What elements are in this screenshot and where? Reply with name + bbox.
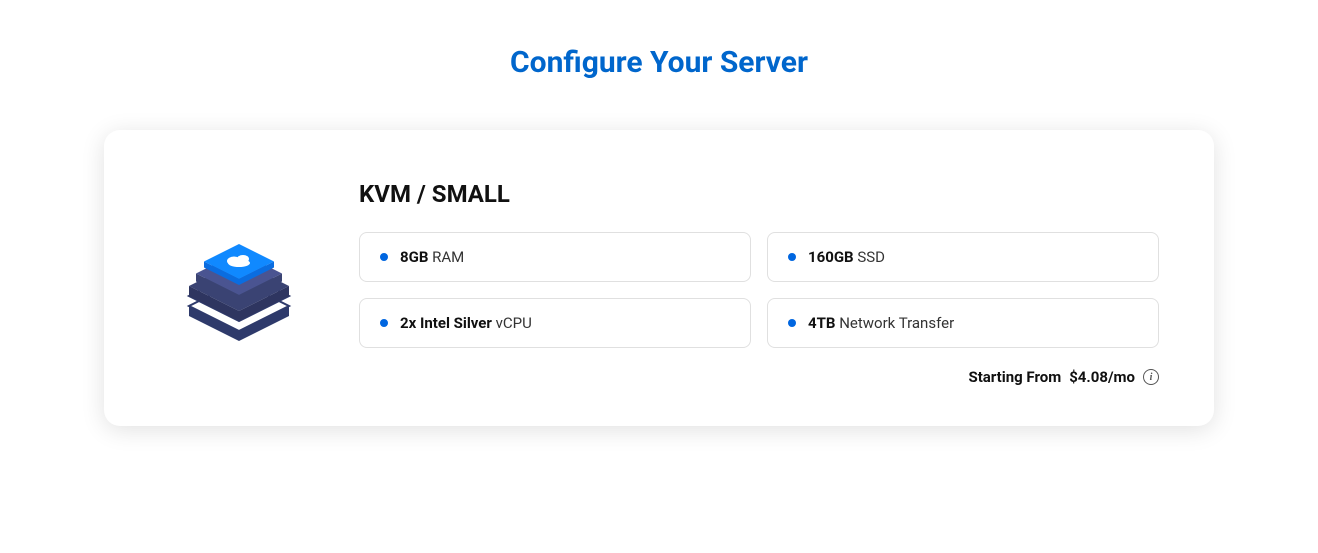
server-plan-card: KVM / SMALL 8GB RAM 160GB SSD 2x Intel S… (104, 130, 1214, 426)
server-stack-icon (159, 180, 319, 386)
spec-text: 160GB SSD (808, 248, 885, 266)
bullet-icon (380, 319, 388, 327)
plan-content: KVM / SMALL 8GB RAM 160GB SSD 2x Intel S… (359, 180, 1159, 386)
spec-network: 4TB Network Transfer (767, 298, 1159, 348)
plan-title: KVM / SMALL (359, 180, 1159, 208)
spec-text: 2x Intel Silver vCPU (400, 314, 532, 332)
price-value: $4.08/mo (1069, 368, 1135, 386)
bullet-icon (788, 319, 796, 327)
bullet-icon (788, 253, 796, 261)
price-row: Starting From $4.08/mo i (359, 368, 1159, 386)
spec-text: 8GB RAM (400, 248, 464, 266)
page-title: Configure Your Server (0, 45, 1318, 80)
price-label: Starting From (968, 368, 1061, 386)
bullet-icon (380, 253, 388, 261)
spec-cpu: 2x Intel Silver vCPU (359, 298, 751, 348)
spec-ram: 8GB RAM (359, 232, 751, 282)
spec-text: 4TB Network Transfer (808, 314, 954, 332)
info-icon[interactable]: i (1143, 369, 1159, 385)
specs-grid: 8GB RAM 160GB SSD 2x Intel Silver vCPU 4… (359, 232, 1159, 348)
spec-ssd: 160GB SSD (767, 232, 1159, 282)
